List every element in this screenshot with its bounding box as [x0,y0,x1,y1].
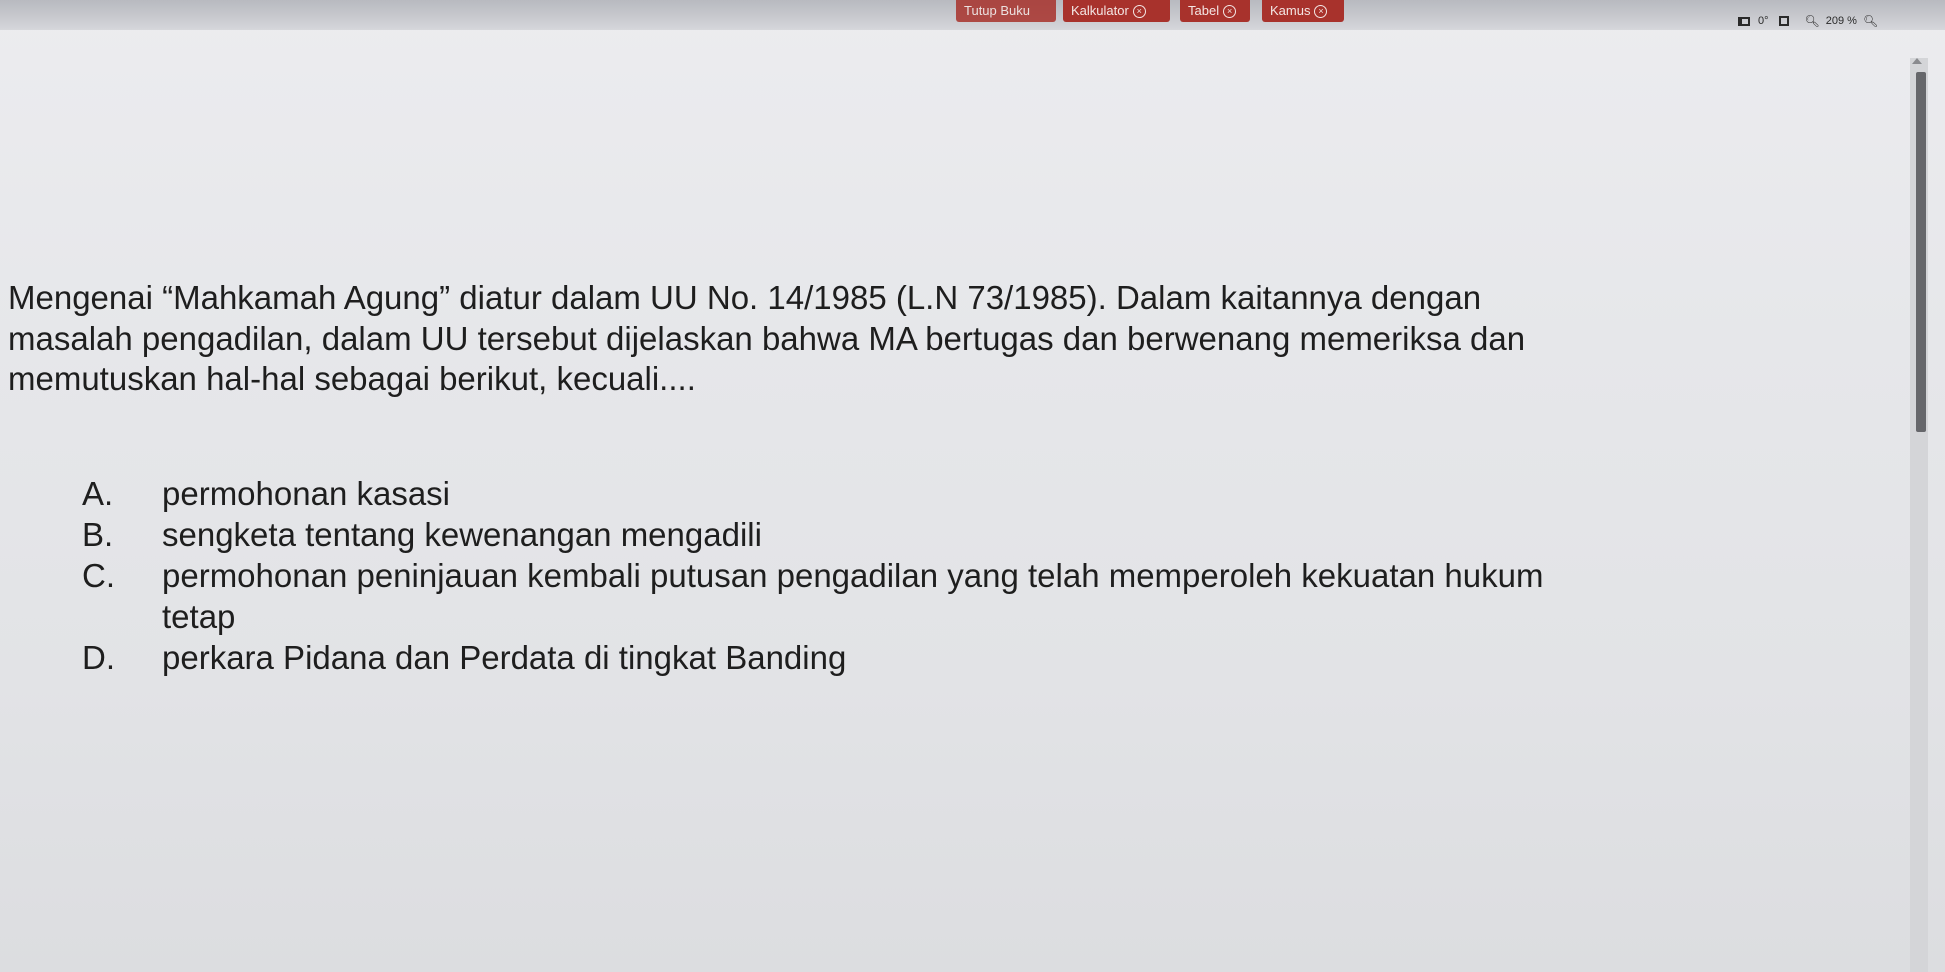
tab-tabel[interactable]: Tabel × [1180,0,1250,22]
close-icon[interactable]: × [1132,5,1146,18]
expand-icon[interactable] [1778,16,1789,26]
screen-icon[interactable] [1738,16,1750,26]
option-a[interactable]: A. permohonan kasasi [82,473,1582,514]
answer-options: A. permohonan kasasi B. sengketa tentang… [82,473,1582,678]
option-letter: B. [82,516,114,553]
option-b[interactable]: B. sengketa tentang kewenangan mengadili [82,514,1582,555]
tab-label: Kamus [1270,3,1311,18]
option-letter: C. [82,557,115,594]
option-d[interactable]: D. perkara Pidana dan Perdata di tingkat… [82,637,1582,678]
zoom-in-icon[interactable]: 🔍︎ [1863,14,1878,28]
close-icon[interactable]: × [1314,5,1328,18]
rotate-icon[interactable]: 0° [1758,15,1769,27]
option-text: sengketa tentang kewenangan mengadili [162,516,762,553]
scroll-up-arrow-icon[interactable] [1912,58,1922,64]
tab-kalkulator[interactable]: Kalkulator × [1063,0,1170,22]
option-text: perkara Pidana dan Perdata di tingkat Ba… [162,639,847,676]
option-text: permohonan peninjauan kembali putusan pe… [162,557,1544,635]
option-text: permohonan kasasi [162,475,451,512]
tab-label: Tabel [1188,3,1220,18]
tab-kamus[interactable]: Kamus × [1262,0,1344,22]
zoom-out-icon[interactable]: 🔍︎ [1805,14,1820,28]
tab-label: Tutup Buku [964,3,1031,18]
view-tools: 0° 🔍︎ 209 % 🔍︎ [1738,13,1884,29]
close-icon[interactable]: × [1223,5,1237,18]
scrollbar-thumb[interactable] [1916,72,1926,432]
option-c[interactable]: C. permohonan peninjauan kembali putusan… [82,555,1582,637]
option-letter: A. [82,475,114,512]
question-text: Mengenai “Mahkamah Agung” diatur dalam U… [8,279,1526,397]
zoom-level: 209 % [1825,15,1857,27]
tab-tutup-buku[interactable]: Tutup Buku [956,0,1056,22]
option-letter: D. [82,639,115,676]
top-toolbar: Tutup Buku Kalkulator × Tabel × Kamus × 0° … [0,0,1945,30]
tab-label: Kalkulator [1071,3,1129,18]
